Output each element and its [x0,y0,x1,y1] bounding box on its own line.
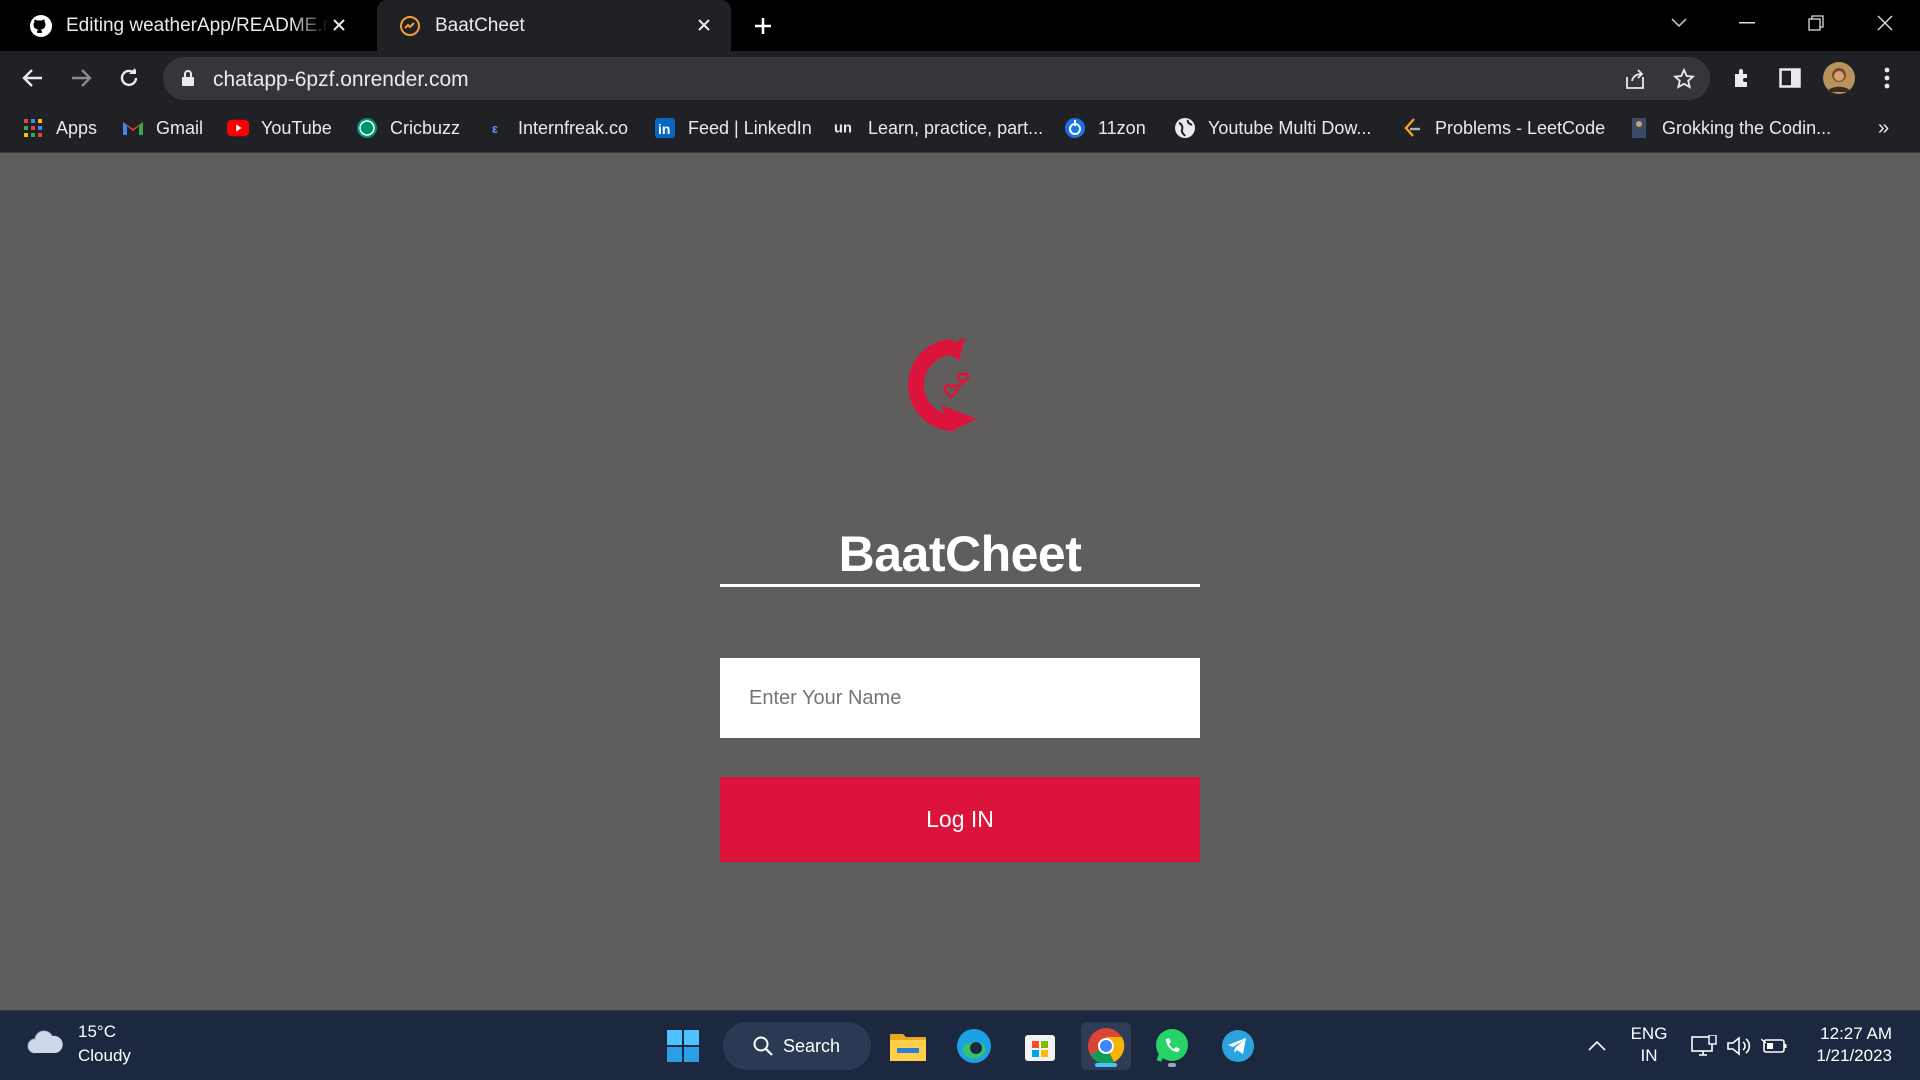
youtube-icon [227,117,249,139]
chrome-menu-icon[interactable] [1872,63,1902,93]
gmail-icon [122,117,144,139]
tab-readme[interactable]: Editing weatherApp/README.md [0,0,366,51]
11zon-icon [1064,117,1086,139]
bookmark-gmail[interactable]: Gmail [122,114,203,142]
address-bar[interactable]: chatapp-6pzf.onrender.com [163,57,1710,100]
tab-strip: Editing weatherApp/README.md BaatCheet [0,0,1920,51]
weather-desc: Cloudy [78,1046,131,1065]
bookmark-cricbuzz[interactable]: Cricbuzz [356,114,460,142]
svg-text:un: un [834,121,852,137]
bookmark-label: Feed | LinkedIn [688,117,812,138]
whatsapp-icon[interactable] [1147,1022,1197,1070]
start-button[interactable] [658,1022,708,1070]
globe-icon [1174,117,1196,139]
restore-icon[interactable] [1796,8,1836,38]
telegram-icon[interactable] [1213,1022,1263,1070]
show-hidden-icons-chevron[interactable] [1582,1031,1612,1061]
cloud-icon [26,1029,64,1060]
unstop-icon: un [834,117,856,139]
github-icon [28,13,54,39]
login-button[interactable]: Log IN [720,777,1200,862]
running-app-indicator [1168,1063,1176,1067]
page-content: BaatCheet Log IN [0,153,1920,1010]
bookmark-unstop[interactable]: un Learn, practice, part... [834,114,1043,142]
internfreak-icon: ε [491,120,499,136]
bookmark-star-icon[interactable] [1671,66,1697,92]
browser-toolbar: chatapp-6pzf.onrender.com [0,51,1920,104]
more-bookmarks-chevron[interactable]: » [1878,114,1889,142]
clock-time: 12:27 AM [1820,1024,1892,1043]
windows-taskbar: 15°C Cloudy Search ENG IN 12:27 AM 1/21/… [0,1010,1920,1080]
chrome-taskbar-icon[interactable] [1081,1022,1131,1070]
bookmark-label: Internfreak.co [518,117,629,138]
profile-avatar[interactable] [1822,61,1856,95]
microsoft-store-icon[interactable] [1015,1022,1065,1070]
bookmark-label: Problems - LeetCode [1435,117,1606,138]
close-tab-icon[interactable] [328,14,350,36]
cricbuzz-icon [356,117,378,139]
tab-title: BaatCheet [435,14,525,36]
back-icon[interactable] [16,61,50,95]
bookmark-label: Grokking the Codin... [1662,117,1832,138]
network-icon[interactable] [1689,1031,1719,1061]
bookmark-youtube-multi-downloader[interactable]: Youtube Multi Dow... [1174,114,1371,142]
bookmark-label: Cricbuzz [390,117,461,138]
bookmark-apps[interactable]: Apps [22,114,97,142]
tab-baatcheet[interactable]: BaatCheet [377,0,731,51]
new-tab-icon[interactable] [749,12,777,40]
region-code: IN [1640,1046,1658,1065]
lock-icon[interactable] [181,69,195,92]
language-indicator[interactable]: ENG IN [1628,1023,1670,1067]
bookmarks-bar: Apps Gmail YouTube Cricbuzz ε Internfrea… [0,104,1920,153]
battery-icon[interactable] [1760,1031,1790,1061]
title-underline [720,584,1200,587]
leetcode-icon [1401,117,1423,139]
bookmark-youtube[interactable]: YouTube [227,114,332,142]
tab-search-chevron-icon[interactable] [1659,8,1699,38]
weather-widget[interactable]: 15°C Cloudy [26,1020,131,1068]
apps-grid-icon [22,117,44,139]
bookmark-label: Gmail [156,117,204,138]
weather-temp: 15°C [78,1022,116,1041]
system-clock[interactable]: 12:27 AM 1/21/2023 [1816,1023,1892,1067]
tab-title: Editing weatherApp/README.md [66,14,330,36]
volume-icon[interactable] [1724,1031,1754,1061]
bookmark-grokking[interactable]: Grokking the Codin... [1628,114,1831,142]
bookmark-label: Learn, practice, part... [868,117,1044,138]
close-tab-icon[interactable] [693,14,715,36]
app-title: BaatCheet [838,526,1082,582]
active-app-indicator [1095,1063,1117,1067]
extensions-icon[interactable] [1728,63,1758,93]
search-label: Search [783,1035,841,1056]
search-icon [753,1036,773,1056]
grokking-icon [1628,117,1650,139]
side-panel-icon[interactable] [1775,63,1805,93]
reload-icon[interactable] [112,61,146,95]
share-icon[interactable] [1622,66,1648,92]
bookmark-leetcode[interactable]: Problems - LeetCode [1401,114,1605,142]
close-window-icon[interactable] [1865,8,1905,38]
bookmark-11zon[interactable]: 11zon [1064,114,1146,142]
file-explorer-icon[interactable] [883,1022,933,1070]
bookmark-label: Youtube Multi Dow... [1208,117,1372,138]
bookmark-label: Apps [56,117,98,138]
bookmark-linkedin[interactable]: in Feed | LinkedIn [654,114,812,142]
bookmark-label: YouTube [261,117,332,138]
minimize-icon[interactable] [1727,8,1767,38]
taskbar-search[interactable]: Search [723,1022,871,1070]
forward-icon[interactable] [64,61,98,95]
baatcheet-favicon [397,13,423,39]
url-text[interactable]: chatapp-6pzf.onrender.com [213,68,469,92]
name-input[interactable] [720,658,1200,738]
bookmark-label: 11zon [1098,117,1146,138]
baatcheet-logo [893,335,993,442]
bookmark-internfreak[interactable]: ε Internfreak.co [484,114,628,142]
language-code: ENG [1630,1024,1668,1043]
edge-icon[interactable] [949,1022,999,1070]
clock-date: 1/21/2023 [1816,1046,1892,1065]
svg-text:in: in [658,121,670,137]
linkedin-icon: in [654,117,676,139]
